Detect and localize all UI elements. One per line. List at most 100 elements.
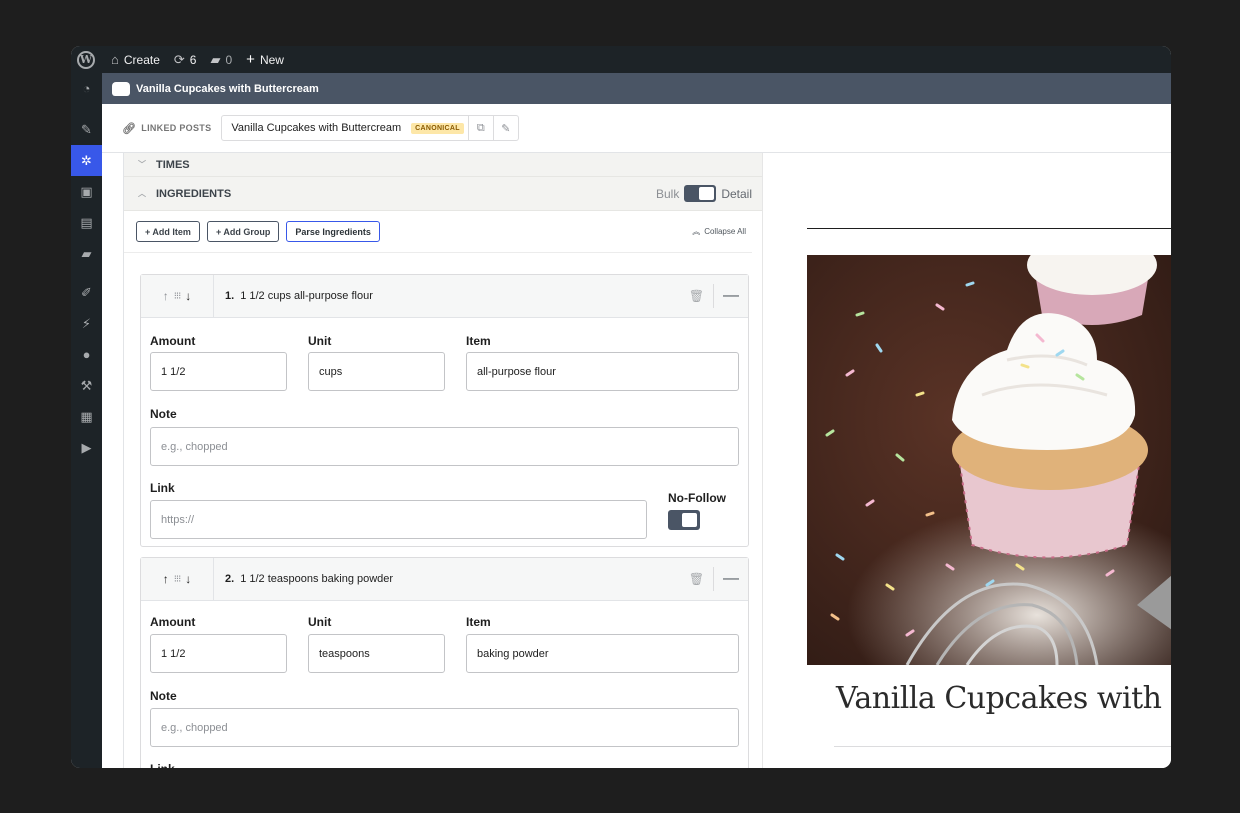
dashboard-icon[interactable]: ◔ — [71, 73, 102, 104]
title-divider — [834, 746, 1171, 747]
times-section-header[interactable]: ﹀ TIMES — [124, 153, 762, 177]
divider — [807, 228, 1171, 229]
site-label: Create — [123, 52, 160, 67]
linked-post-title[interactable]: Vanilla Cupcakes with Buttercream — [231, 122, 401, 134]
plugin-title: Vanilla Cupcakes with Buttercream — [136, 82, 319, 95]
ingredients-label: INGREDIENTS — [156, 187, 232, 200]
pin-icon[interactable]: ✎ — [71, 114, 102, 145]
admin-sidebar: ◔ ✎ ✲ ▣ ▤ ▰ ✐ ⚡ ● ⚒ ▦ ▶ — [71, 73, 102, 768]
link-label: Link — [150, 762, 175, 768]
trash-icon[interactable]: 🗑︎ — [680, 567, 714, 591]
item-label: Item — [466, 615, 491, 629]
item-label: Item — [466, 334, 491, 348]
move-up-icon[interactable]: ↑ — [163, 289, 169, 303]
settings-icon[interactable]: ▦ — [71, 401, 102, 432]
linked-posts-label-text: LINKED POSTS — [141, 123, 212, 133]
amount-label: Amount — [150, 334, 196, 348]
ingredient-summary-text: 1 1/2 cups all-purpose flour — [240, 290, 373, 302]
recipe-photo — [807, 255, 1171, 665]
parse-ingredients-button[interactable]: Parse Ingredients — [286, 221, 380, 242]
ingredients-section-header[interactable]: ︿ INGREDIENTS Bulk Detail — [124, 177, 762, 211]
times-label: TIMES — [156, 158, 190, 171]
play-icon[interactable]: ▶ — [71, 432, 102, 463]
ingredient-card: ↑ ⁝⁝⁝ ↓ 1. 1 1/2 cups all-purpose flour 🗑… — [140, 274, 749, 547]
app-window: W ⌂ Create ⟳ 6 ▰ 0 + New ◔ ✎ ✲ ▣ ▤ ▰ ✐ ⚡… — [71, 46, 1171, 768]
ingredient-number: 1. — [225, 290, 235, 302]
plugins-icon[interactable]: ⚡ — [71, 308, 102, 339]
ingredient-number: 2. — [225, 573, 235, 585]
link-label: Link — [150, 481, 175, 495]
media-icon[interactable]: ▣ — [71, 176, 102, 207]
recipe-plugin-icon[interactable]: ✲ — [71, 145, 102, 176]
updates-count: 6 — [189, 52, 197, 67]
add-item-button[interactable]: + Add Item — [136, 221, 200, 242]
drag-handle-icon[interactable]: ⁝⁝⁝ — [174, 574, 181, 585]
admin-bar: W ⌂ Create ⟳ 6 ▰ 0 + New — [71, 46, 1171, 73]
appearance-icon[interactable]: ✐ — [71, 277, 102, 308]
trash-icon[interactable]: 🗑︎ — [680, 284, 714, 308]
comments-count: 0 — [225, 52, 233, 67]
recipe-preview: Vanilla Cupcakes with — [762, 153, 1171, 768]
collapse-card-icon[interactable]: — — [714, 570, 748, 588]
external-link-icon[interactable]: ⧉ — [467, 116, 493, 140]
comments-icon[interactable]: ▰ — [71, 238, 102, 269]
reorder-controls: ↑ ⁝⁝⁝ ↓ — [141, 274, 214, 318]
drag-handle-icon[interactable]: ⁝⁝⁝ — [174, 291, 181, 302]
collapse-all-label: Collapse All — [704, 227, 746, 236]
chevron-up-icon: ︿ — [138, 189, 146, 198]
note-field[interactable]: e.g., chopped — [150, 708, 739, 747]
unit-label: Unit — [308, 334, 332, 348]
add-group-button[interactable]: + Add Group — [206, 221, 280, 242]
unit-field[interactable]: teaspoons — [308, 634, 445, 673]
no-follow-toggle[interactable] — [668, 510, 700, 530]
linked-posts-bar: 🔗︎ LINKED POSTS Vanilla Cupcakes with Bu… — [102, 104, 1171, 153]
collapse-all-button[interactable]: ︽ Collapse All — [692, 226, 746, 237]
tools-icon[interactable]: ⚒ — [71, 370, 102, 401]
amount-field[interactable]: 1 1/2 — [150, 352, 287, 391]
bulk-detail-toggle[interactable] — [684, 185, 717, 202]
updates-menu[interactable]: ⟳ 6 — [174, 52, 197, 68]
item-field[interactable]: baking powder — [466, 634, 739, 673]
note-label: Note — [150, 689, 177, 703]
linked-posts-label: 🔗︎ LINKED POSTS — [122, 122, 211, 135]
move-up-icon[interactable]: ↑ — [163, 572, 169, 586]
amount-field[interactable]: 1 1/2 — [150, 634, 287, 673]
edit-icon[interactable]: ✎ — [492, 116, 518, 140]
plugin-logo-icon — [112, 81, 130, 96]
new-menu[interactable]: + New — [246, 51, 284, 68]
comment-icon: ▰ — [210, 51, 221, 67]
chevron-down-icon: ﹀ — [138, 160, 146, 169]
ingredient-card-header: ↑ ⁝⁝⁝ ↓ 2. 1 1/2 teaspoons baking powder … — [141, 557, 748, 601]
collapse-icon: ︽ — [692, 227, 701, 236]
collapse-card-icon[interactable]: — — [714, 287, 748, 305]
reorder-controls: ↑ ⁝⁝⁝ ↓ — [141, 557, 214, 601]
move-down-icon[interactable]: ↓ — [185, 289, 191, 303]
updates-icon: ⟳ — [173, 51, 185, 67]
pages-icon[interactable]: ▤ — [71, 207, 102, 238]
detail-label: Detail — [721, 186, 752, 201]
move-down-icon[interactable]: ↓ — [185, 572, 191, 586]
users-icon[interactable]: ● — [71, 339, 102, 370]
site-menu[interactable]: ⌂ Create — [111, 52, 160, 67]
bulk-detail-switch: Bulk Detail — [656, 185, 752, 202]
recipe-editor: ﹀ TIMES ︿ INGREDIENTS Bulk Detail + Add … — [102, 153, 762, 768]
linked-post-item: Vanilla Cupcakes with Buttercream CANONI… — [221, 115, 519, 141]
card-actions: 🗑︎ — — [680, 275, 748, 318]
plugin-title-bar: Vanilla Cupcakes with Buttercream — [102, 73, 1171, 104]
home-icon: ⌂ — [111, 52, 119, 67]
link-field[interactable]: https:// — [150, 500, 647, 539]
item-field[interactable]: all-purpose flour — [466, 352, 739, 391]
note-field[interactable]: e.g., chopped — [150, 427, 739, 466]
wordpress-logo-icon[interactable]: W — [71, 46, 101, 73]
ingredient-summary[interactable]: 1. 1 1/2 cups all-purpose flour — [214, 290, 373, 302]
bulk-label: Bulk — [655, 186, 680, 201]
recipe-card-panel: ﹀ TIMES ︿ INGREDIENTS Bulk Detail + Add … — [123, 153, 762, 768]
ingredient-summary-text: 1 1/2 teaspoons baking powder — [240, 573, 394, 585]
ingredient-card-header: ↑ ⁝⁝⁝ ↓ 1. 1 1/2 cups all-purpose flour 🗑… — [141, 274, 748, 318]
note-label: Note — [150, 407, 177, 421]
ingredients-toolbar: + Add Item + Add Group Parse Ingredients… — [124, 211, 752, 253]
unit-field[interactable]: cups — [308, 352, 445, 391]
comments-menu[interactable]: ▰ 0 — [210, 52, 232, 68]
plus-icon: + — [246, 51, 255, 68]
ingredient-summary[interactable]: 2. 1 1/2 teaspoons baking powder — [214, 573, 393, 585]
